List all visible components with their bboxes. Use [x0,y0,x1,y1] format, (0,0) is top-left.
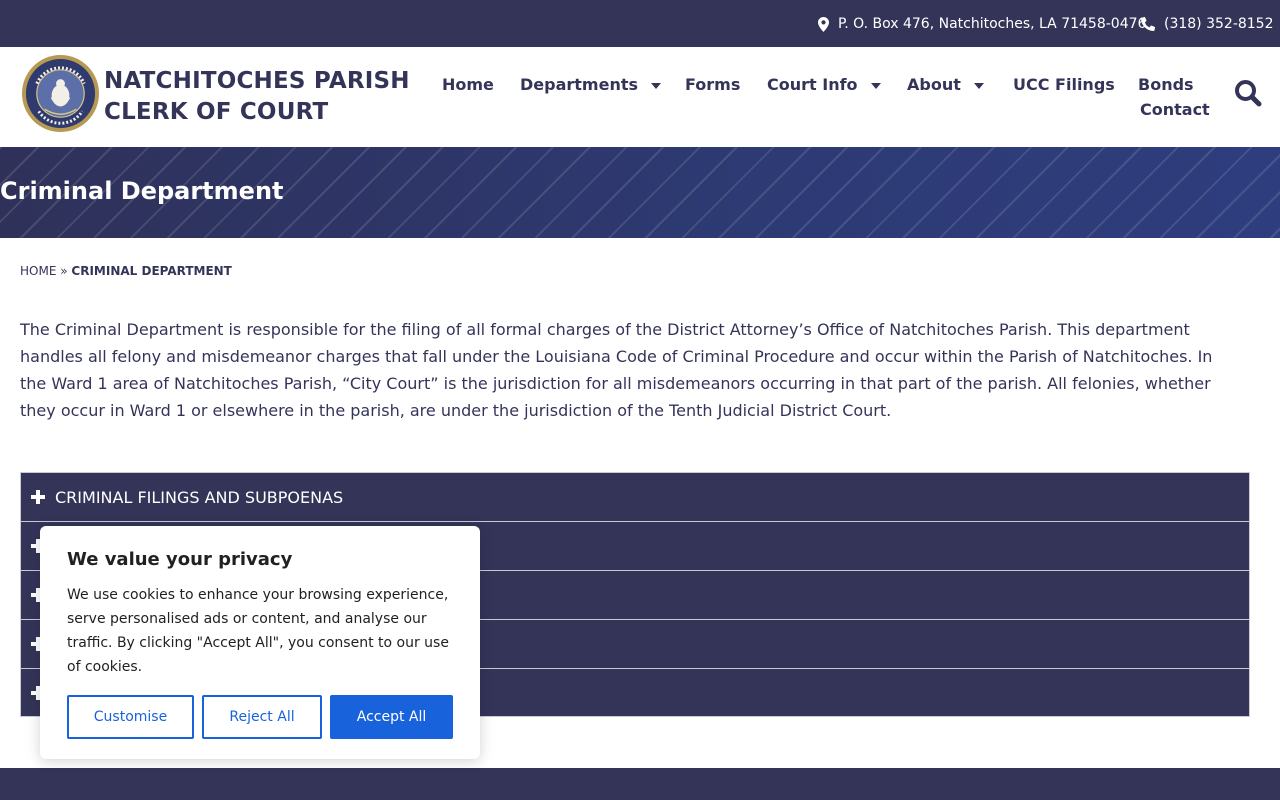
search-icon[interactable] [1234,79,1262,107]
address-link[interactable]: P. O. Box 476, Natchitoches, LA 71458-04… [818,15,1146,33]
phone-link[interactable]: (318) 352-8152 [1141,15,1274,33]
phone-text: (318) 352-8152 [1164,16,1274,32]
breadcrumb-separator: » [60,264,68,278]
site-header: NATCHITOCHES PARISH CLERK OF COURT Home … [0,47,1280,147]
nav-bonds[interactable]: Bonds [1138,75,1194,94]
nav-contact[interactable]: Contact [1140,100,1210,119]
cookie-description: We use cookies to enhance your browsing … [67,587,449,675]
accordion-item-label: CRIMINAL FILINGS AND SUBPOENAS [55,487,344,507]
cookie-consent-dialog: We value your privacy We use cookies to … [40,526,480,759]
site-title[interactable]: NATCHITOCHES PARISH CLERK OF COURT [104,66,410,128]
nav-ucc-filings-label: UCC Filings [1013,75,1115,94]
page-title: Criminal Department [0,177,284,205]
cookie-title: We value your privacy [67,549,293,570]
nav-contact-label: Contact [1140,100,1210,119]
nav-home[interactable]: Home [442,75,494,94]
plus-icon [31,490,45,504]
accept-all-button[interactable]: Accept All [330,695,453,739]
nav-forms[interactable]: Forms [685,75,740,94]
nav-about-label: About [907,75,961,94]
breadcrumb: HOME » CRIMINAL DEPARTMENT [20,264,232,278]
breadcrumb-current: CRIMINAL DEPARTMENT [71,264,232,278]
caret-down-icon [870,82,881,89]
nav-bonds-label: Bonds [1138,75,1194,94]
address-text: P. O. Box 476, Natchitoches, LA 71458-04… [838,16,1147,32]
nav-ucc-filings[interactable]: UCC Filings [1013,75,1115,94]
breadcrumb-home-link[interactable]: HOME [20,264,56,278]
caret-down-icon [973,82,984,89]
intro-paragraph: The Criminal Department is responsible f… [20,320,1213,420]
accordion-item-criminal-filings[interactable]: CRIMINAL FILINGS AND SUBPOENAS [20,472,1250,521]
nav-departments-label: Departments [520,75,639,94]
nav-departments[interactable]: Departments [520,75,662,94]
nav-court-info-label: Court Info [767,75,858,94]
nav-forms-label: Forms [685,75,741,94]
footer [0,768,1280,800]
nav-home-label: Home [442,75,494,94]
nav-court-info[interactable]: Court Info [767,75,881,94]
reject-all-button[interactable]: Reject All [202,695,322,739]
map-marker-icon [818,16,829,32]
page-hero-banner: Criminal Department [0,147,1280,238]
phone-icon [1141,17,1155,31]
top-bar: P. O. Box 476, Natchitoches, LA 71458-04… [0,0,1280,47]
louisiana-seal-logo[interactable] [21,54,100,133]
customise-button[interactable]: Customise [67,695,194,739]
site-title-line1: NATCHITOCHES PARISH [104,68,410,94]
nav-about[interactable]: About [907,75,984,94]
site-title-line2: CLERK OF COURT [104,99,329,125]
caret-down-icon [651,82,662,89]
